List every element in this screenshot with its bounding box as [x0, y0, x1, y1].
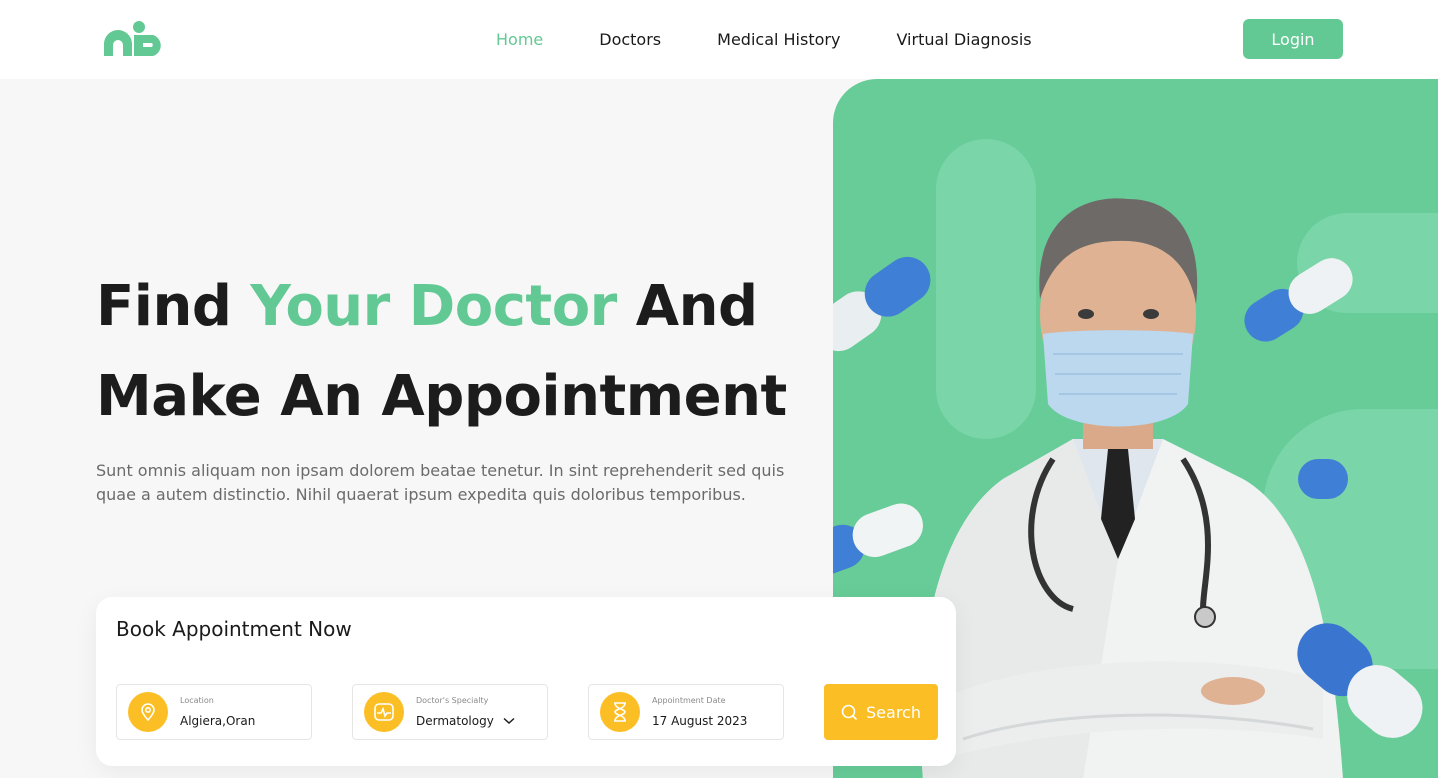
pill-decoration: [833, 256, 931, 352]
nav-item-doctors[interactable]: Doctors: [599, 30, 661, 50]
pill-decoration: [1297, 623, 1423, 738]
pill-decoration: [1298, 459, 1348, 499]
pulse-monitor-icon: [364, 692, 404, 732]
location-label: Location: [180, 696, 214, 705]
hero-title-part2: And: [616, 274, 758, 339]
nav-item-medical-history[interactable]: Medical History: [717, 30, 840, 50]
specialty-label: Doctor's Specialty: [416, 696, 489, 705]
location-pin-icon: [128, 692, 168, 732]
header: Home Doctors Medical History Virtual Dia…: [0, 0, 1438, 79]
brand-logo-icon[interactable]: [100, 18, 172, 60]
pill-decoration: [833, 503, 923, 579]
chevron-down-icon[interactable]: [503, 717, 515, 725]
hero-title-part1: Find: [96, 274, 251, 339]
hero-description: Sunt omnis aliquam non ipsam dolorem bea…: [96, 461, 785, 504]
hero-title-line2: Make An Appointment: [96, 364, 787, 429]
booking-card: Book Appointment Now Location Algiera,Or…: [96, 597, 956, 766]
nav-item-home[interactable]: Home: [496, 30, 543, 50]
pill-decoration: [1244, 258, 1353, 342]
hourglass-icon: [600, 692, 640, 732]
search-button[interactable]: Search: [824, 684, 938, 740]
date-label: Appointment Date: [652, 696, 726, 705]
specialty-value: Dermatology: [416, 714, 494, 728]
main-nav: Home Doctors Medical History Virtual Dia…: [496, 30, 1088, 50]
location-value: Algiera,Oran: [180, 714, 256, 728]
booking-title: Book Appointment Now: [116, 617, 352, 641]
search-button-label: Search: [866, 702, 921, 722]
hero-title: Find Your Doctor And Make An Appointment: [96, 262, 787, 442]
specialty-field[interactable]: Doctor's Specialty Dermatology: [352, 684, 548, 740]
hero-title-accent: Your Doctor: [250, 274, 617, 339]
search-icon: [841, 704, 858, 720]
date-value: 17 August 2023: [652, 714, 748, 728]
nav-item-virtual-diagnosis[interactable]: Virtual Diagnosis: [896, 30, 1031, 50]
date-field[interactable]: Appointment Date 17 August 2023: [588, 684, 784, 740]
location-field[interactable]: Location Algiera,Oran: [116, 684, 312, 740]
login-button[interactable]: Login: [1243, 19, 1343, 59]
